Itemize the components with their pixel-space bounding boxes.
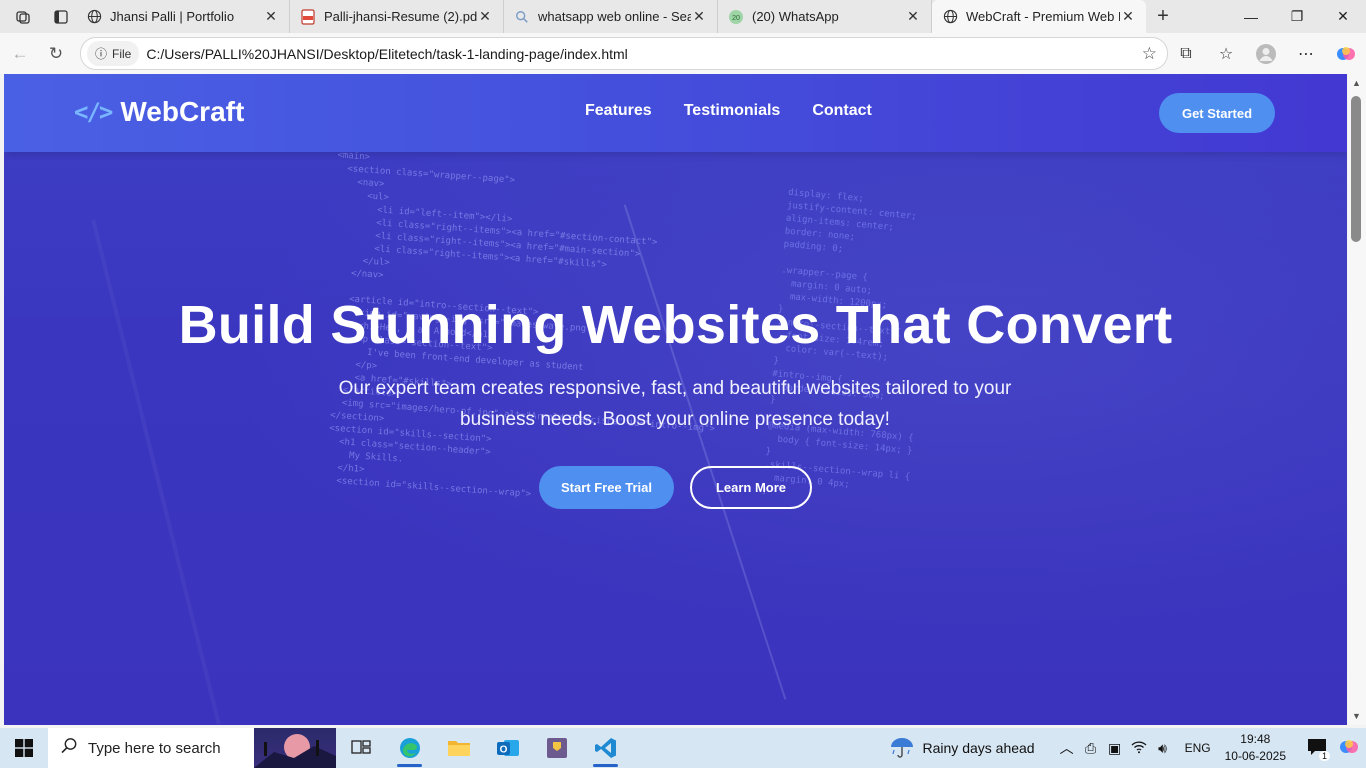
hero-subtitle: Our expert team creates responsive, fast… xyxy=(338,378,1012,430)
close-icon[interactable]: ✕ xyxy=(691,8,707,25)
close-window-icon[interactable]: ✕ xyxy=(1320,0,1366,33)
clock-date: 10-06-2025 xyxy=(1224,749,1286,763)
nav-link-testimonials[interactable]: Testimonials xyxy=(684,102,781,120)
tab-search[interactable]: whatsapp web online - Search ✕ xyxy=(504,0,718,33)
app-icon[interactable] xyxy=(532,728,581,768)
site-info-chip[interactable]: ⓘ File xyxy=(87,41,140,66)
windows-taskbar: Type here to search O Rainy days ahead ︿… xyxy=(0,728,1366,768)
copilot-icon[interactable] xyxy=(1332,736,1366,761)
window-controls: — ❐ ✕ xyxy=(1228,0,1366,33)
refresh-icon[interactable]: ↻ xyxy=(38,38,74,70)
favorite-star-icon[interactable]: ☆ xyxy=(1142,44,1157,64)
nav-link-contact[interactable]: Contact xyxy=(812,102,872,120)
globe-icon xyxy=(942,9,958,25)
scroll-down-arrow-icon[interactable]: ▼ xyxy=(1352,711,1361,721)
back-arrow-icon[interactable]: ← xyxy=(2,38,38,70)
close-icon[interactable]: ✕ xyxy=(477,8,493,25)
tab-whatsapp[interactable]: 20 (20) WhatsApp ✕ xyxy=(718,0,932,33)
minimize-icon[interactable]: — xyxy=(1228,0,1274,33)
svg-text:O: O xyxy=(499,745,507,756)
new-tab-button[interactable]: + xyxy=(1146,0,1180,33)
profile-avatar[interactable] xyxy=(1246,33,1286,74)
copilot-icon[interactable] xyxy=(1326,33,1366,74)
page-scrollbar[interactable]: ▲ ▼ xyxy=(1348,74,1366,725)
search-placeholder: Type here to search xyxy=(88,739,221,757)
scroll-up-arrow-icon[interactable]: ▲ xyxy=(1352,78,1361,88)
whatsapp-icon: 20 xyxy=(728,9,744,25)
info-icon: ⓘ xyxy=(95,47,108,61)
battery-icon[interactable]: ▣ xyxy=(1103,740,1127,757)
search-icon xyxy=(60,737,78,760)
volume-icon[interactable]: 🔊︎ xyxy=(1151,740,1175,757)
code-background-image: <main> <section class="wrapper--page"> <… xyxy=(4,152,1347,725)
scheme-label: File xyxy=(112,46,132,61)
close-icon[interactable]: ✕ xyxy=(905,8,921,25)
vertical-tabs-icon[interactable] xyxy=(46,0,76,33)
tab-portfolio[interactable]: Jhansi Palli | Portfolio ✕ xyxy=(76,0,290,33)
tab-title: whatsapp web online - Search xyxy=(538,9,691,24)
tab-title: Jhansi Palli | Portfolio xyxy=(110,9,235,24)
outlook-icon[interactable]: O xyxy=(483,728,532,768)
code-brackets-icon: </> xyxy=(74,98,113,126)
tab-resume-pdf[interactable]: Palli-jhansi-Resume (2).pdf ✕ xyxy=(290,0,504,33)
get-started-button[interactable]: Get Started xyxy=(1159,93,1275,133)
site-header: </> WebCraft Features Testimonials Conta… xyxy=(4,74,1347,152)
search-highlight-image xyxy=(254,728,336,768)
learn-more-button[interactable]: Learn More xyxy=(690,466,812,509)
language-indicator[interactable]: ENG xyxy=(1185,741,1211,755)
vscode-icon[interactable] xyxy=(581,728,630,768)
clock[interactable]: 19:48 10-06-2025 xyxy=(1225,731,1286,765)
clock-time: 19:48 xyxy=(1240,732,1271,746)
system-tray: Rainy days ahead ︿ ⎙ ▣ 🔊︎ ENG 19:48 10-0… xyxy=(889,728,1366,768)
extensions-icon[interactable]: ⧉ xyxy=(1166,33,1206,74)
wifi-icon[interactable] xyxy=(1127,740,1151,757)
scroll-thumb[interactable] xyxy=(1351,96,1361,242)
weather-text: Rainy days ahead xyxy=(922,740,1035,756)
tab-title: WebCraft - Premium Web De xyxy=(966,9,1120,24)
browser-toolbar: ← ↻ ⓘ File C:/Users/PALLI%20JHANSI/Deskt… xyxy=(0,33,1366,74)
tab-title: (20) WhatsApp xyxy=(752,9,839,24)
weather-widget[interactable]: Rainy days ahead xyxy=(889,735,1035,762)
search-icon xyxy=(514,9,530,25)
site-nav: Features Testimonials Contact xyxy=(585,102,872,120)
start-free-trial-button[interactable]: Start Free Trial xyxy=(539,466,674,509)
close-icon[interactable]: ✕ xyxy=(1120,8,1136,25)
tab-strip: Jhansi Palli | Portfolio ✕ Palli-jhansi-… xyxy=(0,0,1366,33)
url-text[interactable]: C:/Users/PALLI%20JHANSI/Desktop/Elitetec… xyxy=(146,46,627,62)
notification-center-icon[interactable]: 1 xyxy=(1302,738,1332,761)
more-menu-icon[interactable]: ⋯ xyxy=(1286,33,1326,74)
task-view-icon[interactable] xyxy=(336,728,385,768)
site-logo[interactable]: </> WebCraft xyxy=(74,96,244,128)
nav-link-features[interactable]: Features xyxy=(585,102,652,120)
page-viewport: <main> <section class="wrapper--page"> <… xyxy=(4,74,1347,725)
logo-text: WebCraft xyxy=(120,96,245,127)
address-bar[interactable]: ⓘ File C:/Users/PALLI%20JHANSI/Desktop/E… xyxy=(80,37,1168,70)
favorites-icon[interactable]: ☆ xyxy=(1206,33,1246,74)
tab-title: Palli-jhansi-Resume (2).pdf xyxy=(324,9,477,24)
umbrella-rain-icon xyxy=(889,735,915,762)
file-explorer-icon[interactable] xyxy=(434,728,483,768)
svg-text:20: 20 xyxy=(732,15,740,22)
edge-browser-icon[interactable] xyxy=(385,728,434,768)
workspaces-icon[interactable] xyxy=(0,0,46,33)
pdf-icon xyxy=(300,8,316,25)
taskbar-search[interactable]: Type here to search xyxy=(48,728,336,768)
tab-webcraft[interactable]: WebCraft - Premium Web De ✕ xyxy=(932,0,1146,33)
globe-icon xyxy=(86,9,102,25)
windows-start-icon[interactable] xyxy=(0,728,48,768)
chevron-up-icon[interactable]: ︿ xyxy=(1055,738,1079,758)
meet-now-icon[interactable]: ⎙ xyxy=(1079,740,1103,757)
notification-count-badge: 1 xyxy=(1318,750,1330,761)
hero-title: Build Stunning Websites That Convert xyxy=(178,295,1173,355)
close-icon[interactable]: ✕ xyxy=(263,8,279,25)
toolbar-actions: ⧉ ☆ ⋯ xyxy=(1166,33,1366,74)
restore-icon[interactable]: ❐ xyxy=(1274,0,1320,33)
